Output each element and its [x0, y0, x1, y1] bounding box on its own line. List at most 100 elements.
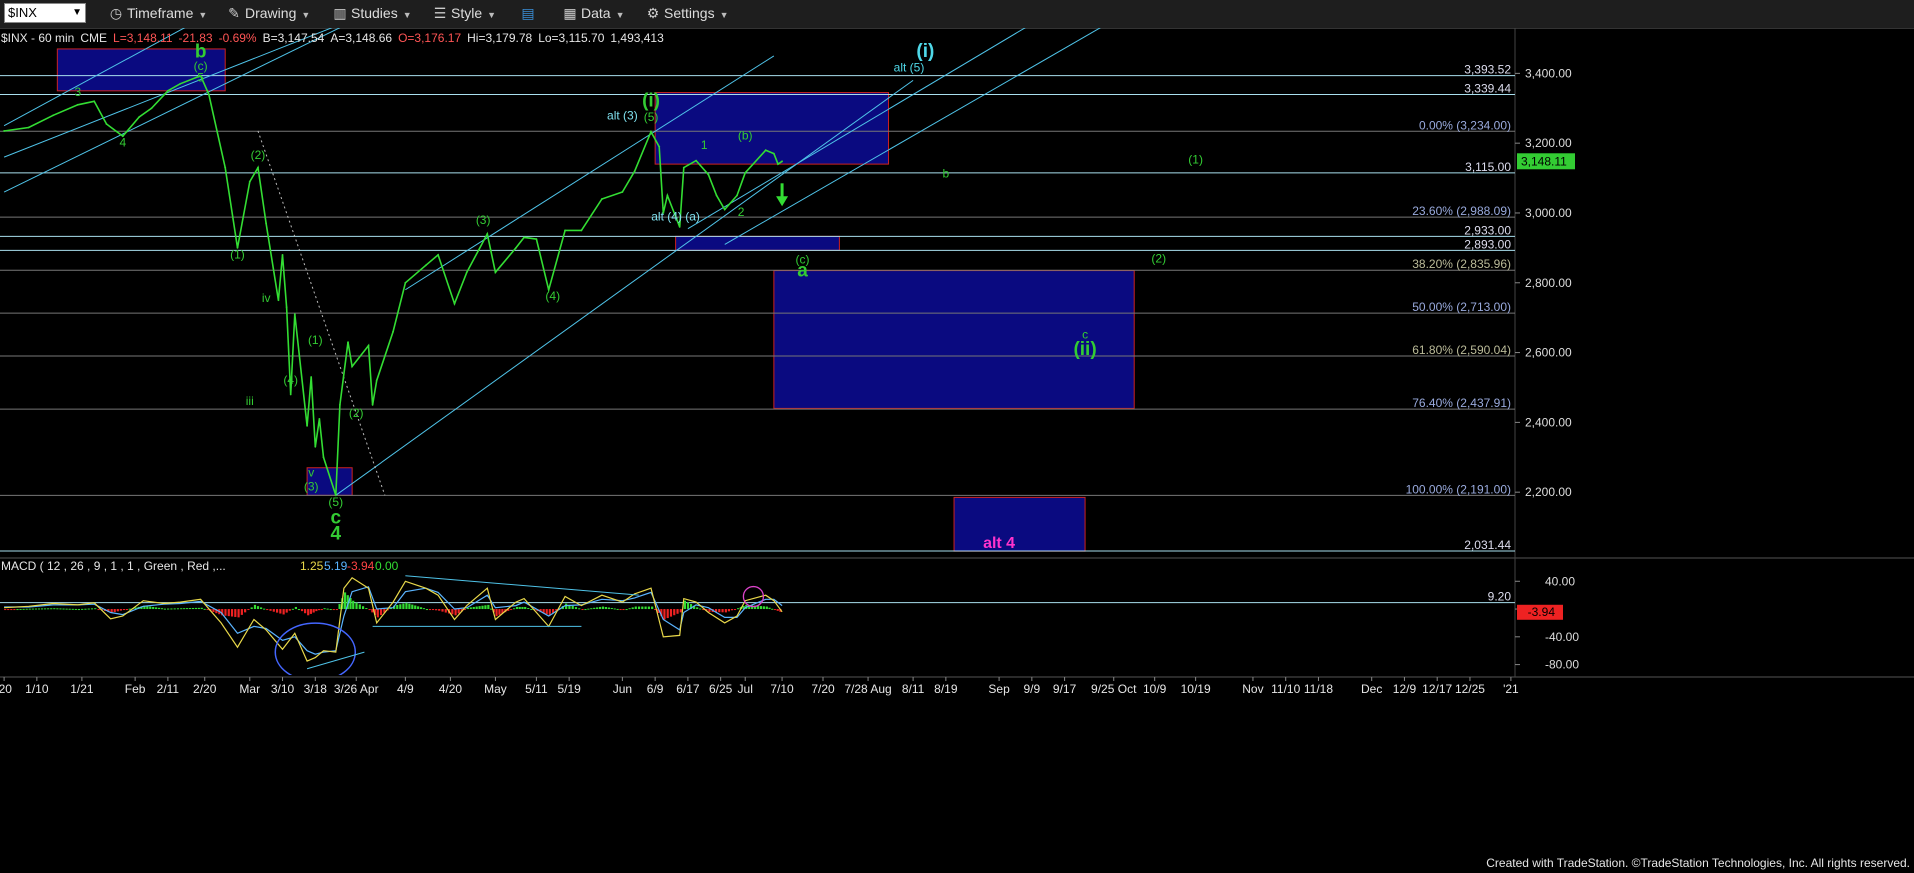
price-point: [52, 114, 55, 117]
macd-hist-bar: [355, 602, 358, 610]
macd-tick-label: -80.00: [1545, 658, 1579, 672]
macd-hist-bar: [47, 608, 50, 610]
macd-hist-bar: [683, 600, 686, 610]
level-label: 76.40% (2,437.91): [1412, 396, 1511, 410]
macd-hist-bar: [40, 608, 44, 610]
macd-divergence-ellipse: [274, 622, 357, 675]
time-tick-label: 11/18: [1304, 682, 1333, 696]
macd-hist-bar: [524, 606, 527, 610]
macd-hist-bar: [116, 609, 119, 612]
macd-hist-bar: [625, 609, 628, 611]
price-point: [265, 222, 268, 225]
macd-hist-bar: [197, 607, 200, 610]
macd-hist-bar: [31, 608, 34, 610]
macd-hist-bar: [56, 608, 59, 610]
price-chart[interactable]: alt 4 3,393.52 3,339.44 0.00% (3,234.00) 3,1…: [0, 0, 1914, 873]
price-point: [375, 379, 378, 382]
price-point: [486, 233, 489, 235]
wave-label: (4): [283, 373, 298, 387]
macd-hist-bar: [457, 609, 460, 614]
macd-hist-bar: [396, 604, 399, 610]
macd-hist-bar: [326, 608, 329, 610]
macd-hist-bar: [285, 609, 288, 613]
macd-hist-bar: [288, 609, 291, 611]
macd-hist-bar: [361, 606, 365, 610]
macd-hist-bar: [250, 607, 253, 610]
macd-hist-bar: [441, 609, 444, 612]
time-tick-label: 6/25: [709, 682, 733, 696]
time-tick-label: Nov: [1242, 682, 1263, 696]
macd-hist-bar: [475, 606, 478, 610]
macd-hist-bar: [637, 606, 641, 610]
macd-hist-bar: [527, 608, 530, 610]
macd-hist-bar: [183, 608, 186, 610]
wave-label: alt (5): [894, 61, 925, 75]
price-point: [257, 166, 259, 169]
price-point: [658, 145, 661, 148]
macd-hist-bar: [673, 609, 676, 616]
macd-hist-bar: [50, 608, 53, 610]
time-tick-label: 1/21: [70, 682, 94, 696]
macd-hist-bar: [227, 609, 230, 617]
macd-hist-bar: [206, 609, 209, 611]
macd-hist-bar: [472, 606, 475, 610]
price-point: [437, 253, 440, 256]
macd-hist-bar: [368, 609, 371, 611]
price-point: [666, 194, 669, 197]
macd-hist-bar: [335, 609, 338, 611]
quote-ask: A=3,148.66: [330, 31, 393, 45]
time-tick-label: 2/11: [157, 682, 180, 696]
macd-hist-bar: [616, 608, 619, 610]
macd-hist-bar: [730, 609, 734, 611]
macd-hist-bar: [530, 609, 533, 611]
time-tick-label: Mar: [239, 682, 260, 696]
macd-level-label: 9.20: [1488, 590, 1512, 604]
macd-hist-bar: [263, 608, 266, 610]
level-label: 61.80% (2,590.04): [1412, 343, 1511, 357]
macd-hist-bar: [596, 607, 599, 610]
macd-hist-bar: [587, 608, 590, 610]
wave-label: a: [797, 260, 808, 281]
price-point: [351, 365, 354, 368]
price-point: [138, 116, 141, 118]
price-point: [76, 103, 79, 106]
macd-hist-bar: [68, 608, 71, 610]
macd-hist-bar: [37, 608, 41, 610]
price-point: [601, 198, 603, 200]
time-tick-label: 7/28 Aug: [844, 682, 891, 696]
macd-hist-bar: [604, 607, 608, 610]
macd-hist-bar: [352, 600, 355, 610]
macd-hist-bar: [727, 609, 731, 612]
macd-hist-bar: [157, 607, 161, 610]
macd-signal-line: [4, 586, 783, 655]
wave-label: (3): [304, 479, 319, 493]
wave-label: 5: [197, 70, 204, 84]
macd-hist-bar: [338, 604, 341, 610]
macd-hist-bar: [584, 609, 587, 611]
macd-hist-bar: [411, 604, 414, 610]
time-tick-label: 2/20: [193, 682, 217, 696]
price-point: [207, 93, 210, 96]
wave-label: (5): [644, 110, 659, 124]
macd-hist-bar: [631, 607, 634, 610]
wave-label: (1): [1188, 152, 1203, 166]
macd-hist-bar: [34, 608, 38, 610]
price-point: [367, 344, 370, 347]
target-box: [953, 496, 1086, 552]
time-tick-label: Dec: [1361, 682, 1382, 696]
wave-label: (b): [738, 129, 753, 143]
price-point: [306, 424, 308, 427]
wave-label: (2): [1151, 252, 1166, 266]
time-tick-label: '21: [1503, 682, 1519, 696]
macd-hist-bar: [272, 609, 275, 612]
price-point: [678, 226, 681, 228]
macd-hist-bar: [733, 609, 737, 611]
macd-hist-bar: [481, 605, 484, 610]
macd-hist-bar: [186, 608, 189, 610]
macd-hist-bar: [304, 609, 307, 614]
macd-hist-bar: [291, 608, 294, 610]
macd-hist-bar: [622, 609, 625, 611]
time-tick-label: Sep: [988, 682, 1010, 696]
macd-hist-bar: [676, 609, 679, 614]
price-point: [465, 271, 468, 274]
